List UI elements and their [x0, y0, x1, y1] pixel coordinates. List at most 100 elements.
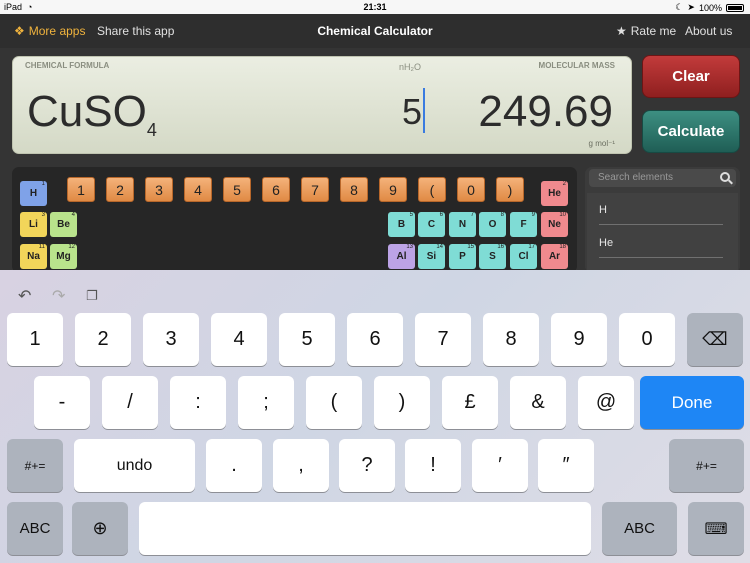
calculate-button[interactable]: Calculate [642, 110, 740, 153]
about-us-button[interactable]: About us [685, 24, 732, 38]
key-double-prime[interactable]: ″ [538, 439, 594, 492]
element-symbol: O [488, 219, 497, 230]
number-key[interactable]: 4 [184, 177, 212, 202]
key-8[interactable]: 8 [483, 313, 539, 366]
key-open-paren[interactable]: ( [306, 376, 362, 429]
list-item[interactable]: H [599, 193, 723, 225]
space-bar[interactable] [139, 502, 591, 555]
atomic-number: 11 [38, 244, 45, 250]
element-ar[interactable]: Ar 18 [541, 244, 568, 269]
key-5[interactable]: 5 [279, 313, 335, 366]
element-h[interactable]: H1 [20, 181, 47, 206]
done-key[interactable]: Done [640, 376, 744, 429]
formula-text: CuSO [27, 87, 147, 136]
key-2[interactable]: 2 [75, 313, 131, 366]
key-slash[interactable]: / [102, 376, 158, 429]
element-n[interactable]: N7 [449, 212, 476, 237]
element-symbol: B [397, 219, 406, 230]
number-key[interactable]: 9 [379, 177, 407, 202]
key-semicolon[interactable]: ; [238, 376, 294, 429]
key-period[interactable]: . [206, 439, 262, 492]
element-o[interactable]: O8 [479, 212, 506, 237]
list-item[interactable]: He [599, 226, 723, 258]
key-4[interactable]: 4 [211, 313, 267, 366]
symbols-shift-key-left[interactable]: #+= [7, 439, 63, 492]
key-exclamation[interactable]: ! [405, 439, 461, 492]
atomic-number: 6 [439, 212, 443, 218]
key-hyphen[interactable]: - [34, 376, 90, 429]
element-al[interactable]: Al 13 [388, 244, 415, 269]
element-symbol: Ne [548, 219, 561, 230]
key-0[interactable]: 0 [619, 313, 675, 366]
element-symbol: S [489, 251, 496, 262]
search-icon [720, 172, 730, 182]
element-p[interactable]: P 15 [449, 244, 476, 269]
number-key[interactable]: 1 [67, 177, 95, 202]
globe-key[interactable]: ⊕ [72, 502, 128, 555]
atomic-number: 7 [470, 212, 474, 218]
mass-unit: g mol⁻¹ [588, 139, 615, 148]
formula-field[interactable]: CuSO4 [27, 87, 157, 141]
formula-subscript: 4 [146, 119, 157, 140]
key-colon[interactable]: : [170, 376, 226, 429]
element-search-panel: Search elements H He [585, 167, 740, 273]
number-key[interactable]: 7 [301, 177, 329, 202]
key-question[interactable]: ? [339, 439, 395, 492]
element-he[interactable]: He 2 [541, 181, 568, 206]
undo-icon[interactable]: ↶ [18, 286, 31, 306]
open-paren-key[interactable]: ( [418, 177, 446, 202]
element-symbol: Li [29, 219, 38, 230]
rate-me-button[interactable]: ★ Rate me [616, 24, 676, 38]
element-si[interactable]: Si 14 [418, 244, 445, 269]
element-ne[interactable]: Ne 10 [541, 212, 568, 237]
atomic-number: 16 [497, 244, 504, 250]
key-9[interactable]: 9 [551, 313, 607, 366]
clear-button[interactable]: Clear [642, 55, 740, 98]
rate-me-label: Rate me [630, 24, 677, 38]
key-3[interactable]: 3 [143, 313, 199, 366]
close-paren-key[interactable]: ) [496, 177, 524, 202]
element-symbol: F [520, 219, 527, 230]
key-ampersand[interactable]: & [510, 376, 566, 429]
abc-key-left[interactable]: ABC [7, 502, 63, 555]
text-cursor [423, 88, 425, 133]
number-key[interactable]: 8 [340, 177, 368, 202]
location-icon: ➤ [687, 2, 695, 12]
number-key[interactable]: 0 [457, 177, 485, 202]
key-6[interactable]: 6 [347, 313, 403, 366]
element-cl[interactable]: Cl 17 [510, 244, 537, 269]
element-na[interactable]: Na 11 [20, 244, 47, 269]
atomic-number: 17 [528, 244, 535, 250]
search-input[interactable]: Search elements [589, 169, 736, 187]
element-symbol: N [458, 219, 467, 230]
key-prime[interactable]: ′ [472, 439, 528, 492]
symbols-shift-key-right[interactable]: #+= [669, 439, 744, 492]
number-key[interactable]: 5 [223, 177, 251, 202]
key-comma[interactable]: , [273, 439, 329, 492]
element-mg[interactable]: Mg 12 [50, 244, 77, 269]
number-key[interactable]: 2 [106, 177, 134, 202]
backspace-key[interactable]: ⌫ [687, 313, 743, 366]
key-pound[interactable]: £ [442, 376, 498, 429]
dismiss-keyboard-key[interactable]: ⌨ [688, 502, 744, 555]
element-f[interactable]: F9 [510, 212, 537, 237]
number-key[interactable]: 6 [262, 177, 290, 202]
number-key[interactable]: 3 [145, 177, 173, 202]
atomic-number: 9 [531, 212, 535, 218]
element-c[interactable]: C6 [418, 212, 445, 237]
element-li[interactable]: Li 3 [20, 212, 47, 237]
paste-icon[interactable]: ❐ [86, 288, 98, 304]
abc-key-right[interactable]: ABC [602, 502, 677, 555]
key-at[interactable]: @ [578, 376, 634, 429]
element-symbol: Si [426, 251, 437, 262]
element-s[interactable]: S 16 [479, 244, 506, 269]
undo-key[interactable]: undo [74, 439, 195, 492]
atomic-number: 12 [68, 244, 75, 250]
key-close-paren[interactable]: ) [374, 376, 430, 429]
key-7[interactable]: 7 [415, 313, 471, 366]
redo-icon[interactable]: ↷ [52, 286, 65, 306]
hydrate-field[interactable]: 5 [402, 91, 422, 133]
element-b[interactable]: B5 [388, 212, 415, 237]
element-be[interactable]: Be 4 [50, 212, 77, 237]
key-1[interactable]: 1 [7, 313, 63, 366]
